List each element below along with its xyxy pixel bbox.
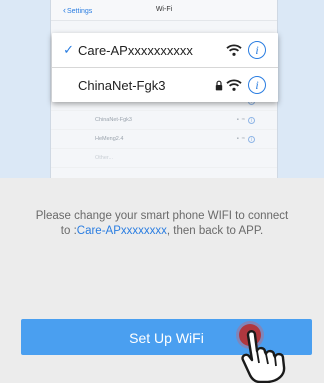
instruction-line-1: Please change your smart phone WIFI to c… — [35, 210, 289, 222]
background-network-list: KJXP-LY70588124 ≈i ChinaNet-Fgk3 ▪≈i HeM… — [51, 92, 277, 168]
connection-instruction: Please change your smart phone WIFI to c… — [0, 209, 324, 239]
network-row-chinanet[interactable]: ChinaNet-Fgk3 i — [52, 67, 278, 102]
list-item: Other... — [51, 149, 277, 168]
wifi-title: Wi-Fi — [155, 6, 173, 13]
info-icon[interactable]: i — [248, 41, 266, 59]
instruction-illustration: ‹Settings Wi-Fi KJXP-LY70588124 ≈i China… — [0, 0, 324, 178]
list-item: HeMeng2.4 ▪ ≈ i — [51, 130, 277, 149]
wifi-icon: ≈ — [241, 117, 245, 123]
pointing-hand-icon — [241, 330, 286, 383]
network-name: HeMeng2.4 — [95, 136, 124, 142]
network-name: ChinaNet-Fgk3 — [95, 117, 132, 123]
info-icon: i — [248, 135, 255, 143]
info-icon[interactable]: i — [248, 76, 266, 94]
target-ssid: Care-APxxxxxxxx — [76, 225, 167, 237]
network-name: Care-APxxxxxxxxxx — [78, 42, 193, 58]
wifi-network-popup: ✓ Care-APxxxxxxxxxx i ChinaNet-Fgk3 i — [52, 33, 278, 102]
lock-icon — [215, 80, 223, 90]
list-item: ChinaNet-Fgk3 ▪ ≈ i — [51, 111, 277, 130]
network-name: ChinaNet-Fgk3 — [78, 77, 166, 93]
network-row-care-ap[interactable]: ✓ Care-APxxxxxxxxxx i — [52, 33, 278, 67]
info-icon: i — [248, 116, 255, 124]
wifi-icon — [226, 79, 242, 91]
wifi-settings-navbar: ‹Settings Wi-Fi — [51, 0, 277, 21]
lock-icon: ▪ — [236, 136, 239, 142]
instruction-line-2: to :Care-APxxxxxxxx, then back to APP. — [60, 225, 264, 237]
wifi-icon: ≈ — [241, 136, 245, 142]
lock-icon: ▪ — [236, 117, 239, 123]
checkmark-icon: ✓ — [63, 42, 74, 57]
wifi-icon — [226, 44, 242, 56]
network-name: Other... — [95, 155, 114, 161]
